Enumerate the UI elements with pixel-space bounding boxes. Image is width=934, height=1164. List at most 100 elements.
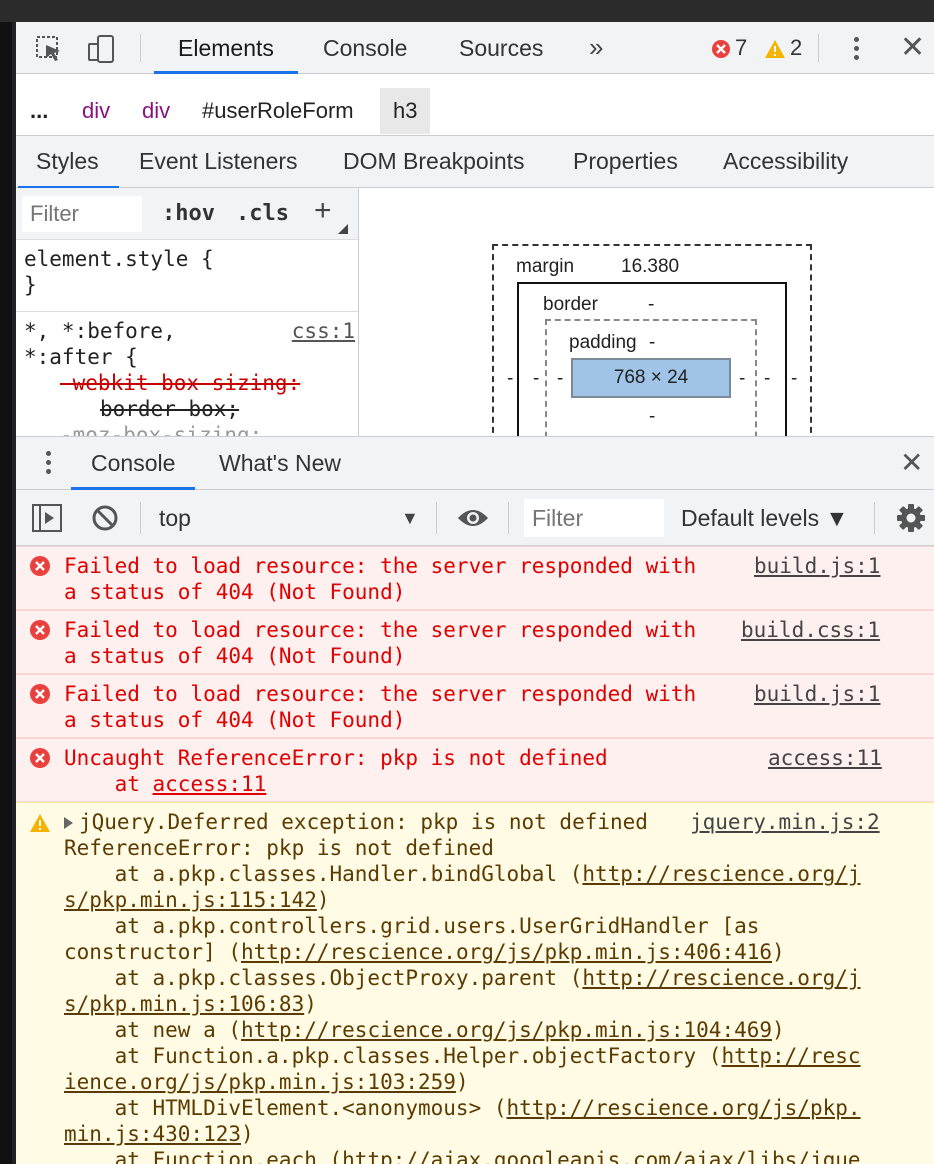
stack-link[interactable]: http://rescience.org/j xyxy=(582,862,860,886)
margin-left-value[interactable]: - xyxy=(507,368,513,390)
overridden-property[interactable]: -webkit-box-sizing: xyxy=(60,371,300,395)
padding-right-value[interactable]: - xyxy=(739,368,745,390)
border-value[interactable]: - xyxy=(648,294,654,316)
padding-bottom-value[interactable]: - xyxy=(649,406,655,428)
breadcrumb: ... div div #userRoleForm h3 xyxy=(16,88,934,136)
border-label: border xyxy=(543,294,598,315)
tab-console[interactable]: Console xyxy=(323,22,407,74)
stack-link[interactable]: http://rescience.org/js/pkp.min.js:406:4… xyxy=(241,940,772,964)
close-drawer-button[interactable]: ✕ xyxy=(900,448,923,478)
drawer-tab-whats-new[interactable]: What's New xyxy=(219,437,341,489)
elements-subtabs: Styles Event Listeners DOM Breakpoints P… xyxy=(16,136,934,189)
stack-text: ) xyxy=(316,888,330,912)
overridden-property[interactable]: -moz-box-sizing: xyxy=(24,422,358,436)
padding-left-value[interactable]: - xyxy=(557,368,563,390)
stack-line: at HTMLDivElement.<anonymous> (http://re… xyxy=(64,1095,924,1121)
overridden-value[interactable]: border-box; xyxy=(100,397,239,421)
error-icon xyxy=(712,40,730,59)
tab-event-listeners[interactable]: Event Listeners xyxy=(139,136,298,188)
tab-dom-breakpoints[interactable]: DOM Breakpoints xyxy=(343,136,525,188)
margin-right-value[interactable]: - xyxy=(791,368,797,390)
warning-count: 2 xyxy=(790,35,803,60)
tab-styles[interactable]: Styles xyxy=(18,136,119,189)
message-text: Failed to load resource: the server resp… xyxy=(64,682,697,706)
device-toolbar-icon[interactable] xyxy=(86,34,116,64)
inspect-element-icon[interactable] xyxy=(34,34,64,64)
breadcrumb-item[interactable]: div xyxy=(142,88,170,134)
eye-icon[interactable] xyxy=(456,506,490,530)
chevron-down-icon[interactable]: ▼ xyxy=(401,490,419,546)
rule-source-link[interactable]: css:1 xyxy=(292,318,355,344)
message-source-link[interactable]: jquery.min.js:2 xyxy=(690,809,880,835)
rule-selector: *:after { xyxy=(24,345,138,369)
cls-button[interactable]: .cls xyxy=(236,196,289,232)
message-source-link[interactable]: access:11 xyxy=(768,745,882,771)
new-style-rule-button[interactable]: + xyxy=(314,196,332,226)
drawer-menu-icon[interactable] xyxy=(44,451,52,478)
tab-accessibility[interactable]: Accessibility xyxy=(723,136,848,188)
breadcrumb-item-selected[interactable]: h3 xyxy=(380,88,431,134)
warning-counter[interactable]: 2 xyxy=(764,22,802,74)
stack-line: at new a (http://rescience.org/js/pkp.mi… xyxy=(64,1017,924,1043)
stack-link[interactable]: s/pkp.min.js:106:83 xyxy=(64,992,304,1016)
stack-text: at a.pkp.controllers.grid.users.UserGrid… xyxy=(64,914,760,938)
clear-console-icon[interactable] xyxy=(91,504,119,532)
stack-link[interactable]: access:11 xyxy=(153,772,267,796)
close-devtools-button[interactable]: ✕ xyxy=(900,33,925,63)
hov-button[interactable]: :hov xyxy=(162,196,215,232)
warning-header[interactable]: jQuery.Deferred exception: pkp is not de… xyxy=(64,809,648,835)
message-source-link[interactable]: build.css:1 xyxy=(741,617,880,643)
console-warning-message[interactable]: jQuery.Deferred exception: pkp is not de… xyxy=(16,802,934,1164)
box-model-content[interactable]: 768 × 24 xyxy=(571,358,731,398)
breadcrumb-item[interactable]: div xyxy=(82,88,110,134)
stack-link[interactable]: ience.org/js/pkp.min.js:103:259 xyxy=(64,1070,456,1094)
context-selector[interactable]: top xyxy=(159,490,191,546)
element-style-rule[interactable]: element.style { } xyxy=(16,246,358,312)
stack-line: ience.org/js/pkp.min.js:103:259) xyxy=(64,1069,924,1095)
customize-menu-icon[interactable] xyxy=(851,34,861,64)
log-levels-dropdown[interactable]: Default levels ▼ xyxy=(681,490,848,546)
console-error-message[interactable]: Failed to load resource: the server resp… xyxy=(16,674,934,738)
tab-elements[interactable]: Elements xyxy=(154,22,298,74)
message-source-link[interactable]: build.js:1 xyxy=(754,681,880,707)
stack-link[interactable]: min.js:430:123 xyxy=(64,1122,241,1146)
error-counter[interactable]: 7 xyxy=(711,22,747,74)
message-source-link[interactable]: build.js:1 xyxy=(754,553,880,579)
stack-text: at new a ( xyxy=(64,1018,242,1042)
console-error-message[interactable]: Failed to load resource: the server resp… xyxy=(16,610,934,674)
message-text: a status of 404 (Not Found) xyxy=(64,580,406,604)
stack-link[interactable]: http://rescience.org/j xyxy=(582,966,860,990)
error-icon xyxy=(30,556,50,576)
stack-link[interactable]: http://resc xyxy=(721,1044,860,1068)
stack-link[interactable]: http://rescience.org/js/pkp.min.js:104:4… xyxy=(241,1018,772,1042)
margin-label: margin xyxy=(516,256,575,277)
border-left-value[interactable]: - xyxy=(533,368,539,390)
tab-properties[interactable]: Properties xyxy=(573,136,678,188)
stack-line: s/pkp.min.js:115:142) xyxy=(64,887,924,913)
border-right-value[interactable]: - xyxy=(764,368,770,390)
stack-text: at Function.a.pkp.classes.Helper.objectF… xyxy=(64,1044,722,1068)
more-tabs-button[interactable]: » xyxy=(589,22,603,74)
stack-link[interactable]: http://ajax.googleapis.com/ajax/libs/jqu… xyxy=(342,1148,860,1164)
breadcrumb-ellipsis[interactable]: ... xyxy=(30,88,48,134)
universal-rule[interactable]: *, *:before, css:1 *:after { -webkit-box… xyxy=(16,318,358,436)
drawer-tabbar: Console What's New ✕ xyxy=(16,436,934,490)
stack-link[interactable]: s/pkp.min.js:115:142 xyxy=(64,888,317,912)
plus-menu-corner-icon xyxy=(338,224,348,234)
error-icon xyxy=(30,684,50,704)
tab-sources[interactable]: Sources xyxy=(459,22,543,74)
console-error-message[interactable]: Uncaught ReferenceError: pkp is not defi… xyxy=(16,738,934,802)
padding-value[interactable]: - xyxy=(649,332,655,354)
breadcrumb-item[interactable]: #userRoleForm xyxy=(202,88,354,134)
margin-value[interactable]: 16.380 xyxy=(621,256,679,278)
stack-line: at a.pkp.controllers.grid.users.UserGrid… xyxy=(64,913,924,939)
console-error-message[interactable]: Failed to load resource: the server resp… xyxy=(16,546,934,610)
console-filter-input[interactable] xyxy=(524,499,664,537)
styles-filter-input[interactable] xyxy=(22,196,142,232)
expand-triangle-icon[interactable] xyxy=(64,817,73,829)
drawer-tab-console[interactable]: Console xyxy=(70,437,196,490)
gear-icon[interactable] xyxy=(896,503,926,533)
sidebar-toggle-icon[interactable] xyxy=(32,504,62,532)
stack-line: at Function.a.pkp.classes.Helper.objectF… xyxy=(64,1043,924,1069)
stack-link[interactable]: http://rescience.org/js/pkp. xyxy=(507,1096,861,1120)
